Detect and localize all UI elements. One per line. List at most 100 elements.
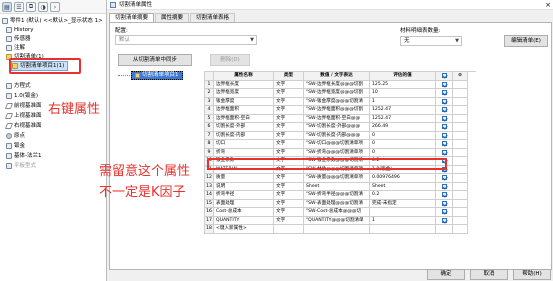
grid-row[interactable]: 8 切口 文字 "SW-切口@@@切割清单项 0 bbox=[205, 140, 476, 149]
cancel-button[interactable]: 取消 bbox=[470, 269, 508, 280]
property-name-cell[interactable]: 边界框长度 bbox=[214, 80, 274, 89]
config-select[interactable]: 默认 ▼ bbox=[115, 35, 257, 45]
type-cell[interactable]: 文字 bbox=[274, 97, 304, 106]
type-cell[interactable]: 文字 bbox=[274, 182, 304, 191]
property-name-cell[interactable]: 表面处理 bbox=[214, 199, 274, 208]
type-cell[interactable]: 文字 bbox=[274, 106, 304, 115]
tree-item-sheetmetal[interactable]: 钣金 bbox=[6, 142, 25, 150]
tree-item-top-plane[interactable]: 上视基准面 bbox=[4, 112, 42, 120]
select-all-checkbox[interactable] bbox=[441, 73, 447, 79]
tree-item-right-plane[interactable]: 右视基准面 bbox=[4, 122, 42, 130]
grid-row[interactable]: 16 Cost-总成本 文字 "SW-Cost-总成本@@@切 bbox=[205, 208, 476, 217]
property-name-cell[interactable]: 切割长度-外部 bbox=[214, 123, 274, 132]
feature-manager-tab-icon[interactable]: ▤ bbox=[2, 2, 12, 12]
grid-row[interactable]: 2 边界框宽度 文字 "SW-边界框宽度@@@切割 10 bbox=[205, 89, 476, 98]
value-expression-cell[interactable] bbox=[304, 225, 370, 234]
row-checkbox[interactable] bbox=[441, 107, 447, 113]
tab-cutlist-table[interactable]: 切割清单表格 bbox=[190, 13, 236, 22]
value-expression-cell[interactable]: "SW-质量@@@切割清单项 bbox=[304, 174, 370, 183]
row-checkbox[interactable] bbox=[441, 81, 447, 87]
property-name-cell[interactable]: <键入新属性> bbox=[214, 225, 274, 234]
type-cell[interactable]: 文字 bbox=[274, 123, 304, 132]
property-name-cell[interactable]: 钣金厚度 bbox=[214, 97, 274, 106]
checkbox-cell[interactable] bbox=[436, 191, 453, 200]
grid-row[interactable]: 12 质量 文字 "SW-质量@@@切割清单项 0.00976496 bbox=[205, 174, 476, 183]
type-cell[interactable] bbox=[274, 225, 304, 234]
value-expression-cell[interactable]: "SW-切口@@@切割清单项 bbox=[304, 140, 370, 149]
property-name-cell[interactable]: 边界框宽度 bbox=[214, 89, 274, 98]
checkbox-cell[interactable] bbox=[436, 123, 453, 132]
tree-item-equations[interactable]: 方程式 bbox=[6, 82, 31, 90]
delete-button[interactable]: 删除(D) bbox=[210, 54, 250, 66]
row-checkbox[interactable] bbox=[441, 217, 447, 223]
tree-item-base-flange[interactable]: 基体-法兰1 bbox=[6, 152, 41, 160]
tree-item-flat-pattern[interactable]: 平板型式 bbox=[6, 162, 36, 170]
sync-from-cutlist-button[interactable]: 从切割清单中同步 bbox=[118, 54, 192, 66]
row-checkbox[interactable] bbox=[441, 115, 447, 121]
property-name-cell[interactable]: 折弯 bbox=[214, 148, 274, 157]
property-name-cell[interactable]: Cost-总成本 bbox=[214, 208, 274, 217]
tree-item-origin[interactable]: 原点 bbox=[6, 132, 25, 140]
row-checkbox[interactable] bbox=[441, 149, 447, 155]
row-checkbox[interactable] bbox=[441, 209, 447, 215]
config-manager-tab-icon[interactable]: ⧉ bbox=[26, 2, 36, 12]
type-cell[interactable]: 文字 bbox=[274, 80, 304, 89]
grid-row[interactable]: 15 表面处理 文字 "SW-表面处理@@@切割清 完成-未指定 bbox=[205, 199, 476, 208]
row-checkbox[interactable] bbox=[441, 98, 447, 104]
grid-row[interactable]: 18 <键入新属性> bbox=[205, 225, 476, 234]
checkbox-cell[interactable] bbox=[436, 140, 453, 149]
value-expression-cell[interactable]: "SW-切割长度-内部@@@ bbox=[304, 131, 370, 140]
value-expression-cell[interactable]: "SW-Cost-总成本@@@切 bbox=[304, 208, 370, 217]
row-checkbox[interactable] bbox=[441, 141, 447, 147]
property-name-cell[interactable]: 边界框面积 bbox=[214, 106, 274, 115]
type-cell[interactable]: 文字 bbox=[274, 216, 304, 225]
more-tabs-icon[interactable]: › bbox=[50, 2, 60, 12]
grid-row[interactable]: 5 边界框面积-空白 文字 "SW-边界框面积-空白@@ 1252.47 bbox=[205, 114, 476, 123]
type-cell[interactable]: 文字 bbox=[274, 114, 304, 123]
grid-row[interactable]: 14 折弯半径 文字 "SW-折弯半径@@@切割清 0.2 bbox=[205, 191, 476, 200]
tree-item-sensors[interactable]: 传感器 bbox=[6, 35, 31, 43]
property-name-cell[interactable]: 折弯半径 bbox=[214, 191, 274, 200]
checkbox-cell[interactable] bbox=[436, 182, 453, 191]
row-checkbox[interactable] bbox=[441, 90, 447, 96]
type-cell[interactable]: 文字 bbox=[274, 140, 304, 149]
help-button[interactable]: 帮助(H) bbox=[513, 269, 551, 280]
type-cell[interactable]: 文字 bbox=[274, 89, 304, 98]
material-count-select[interactable]: 无 ▼ bbox=[400, 36, 462, 46]
property-name-cell[interactable]: 边界框面积-空白 bbox=[214, 114, 274, 123]
header-checkbox[interactable] bbox=[436, 72, 453, 81]
type-cell[interactable]: 文字 bbox=[274, 131, 304, 140]
close-icon[interactable]: × bbox=[543, 0, 553, 10]
tree-item-history[interactable]: History bbox=[6, 26, 34, 34]
checkbox-cell[interactable] bbox=[436, 199, 453, 208]
tree-item-annotations[interactable]: 注解 bbox=[6, 44, 25, 52]
value-expression-cell[interactable]: "SW-边界框长度@@@切割 bbox=[304, 80, 370, 89]
ok-button[interactable]: 确定 bbox=[427, 269, 465, 280]
type-cell[interactable]: 文字 bbox=[274, 208, 304, 217]
checkbox-cell[interactable] bbox=[436, 216, 453, 225]
checkbox-cell[interactable] bbox=[436, 131, 453, 140]
checkbox-cell[interactable] bbox=[436, 208, 453, 217]
value-expression-cell[interactable]: "SW-折弯半径@@@切割清 bbox=[304, 191, 370, 200]
type-cell[interactable]: 文字 bbox=[274, 148, 304, 157]
checkbox-cell[interactable] bbox=[436, 114, 453, 123]
grid-row[interactable]: 1 边界框长度 文字 "SW-边界框长度@@@切割 125.25 bbox=[205, 80, 476, 89]
display-manager-tab-icon[interactable]: ◑ bbox=[38, 2, 48, 12]
tab-property-summary[interactable]: 属性摘要 bbox=[155, 13, 190, 22]
row-checkbox[interactable] bbox=[441, 124, 447, 130]
property-name-cell[interactable]: QUANTITY bbox=[214, 216, 274, 225]
value-expression-cell[interactable]: "SW-切割长度-外部@@@ bbox=[304, 123, 370, 132]
checkbox-cell[interactable] bbox=[436, 89, 453, 98]
row-checkbox[interactable] bbox=[441, 200, 447, 206]
grid-row[interactable]: 4 边界框面积 文字 "SW-边界框面积@@@切割 1252.47 bbox=[205, 106, 476, 115]
grid-row[interactable]: 17 QUANTITY 文字 "QUANTITY@@@切割清单 1 bbox=[205, 216, 476, 225]
row-checkbox[interactable] bbox=[441, 192, 447, 198]
value-expression-cell[interactable]: "SW-表面处理@@@切割清 bbox=[304, 199, 370, 208]
tree-item-material[interactable]: 1.0(钣金) bbox=[6, 92, 38, 100]
property-name-cell[interactable]: 切割长度-内部 bbox=[214, 131, 274, 140]
checkbox-cell[interactable] bbox=[436, 106, 453, 115]
tree-item-front-plane[interactable]: 前视基准面 bbox=[4, 102, 42, 110]
edit-list-button[interactable]: 编辑清单(E) bbox=[504, 35, 548, 47]
property-name-cell[interactable]: 切口 bbox=[214, 140, 274, 149]
checkbox-cell[interactable] bbox=[436, 97, 453, 106]
